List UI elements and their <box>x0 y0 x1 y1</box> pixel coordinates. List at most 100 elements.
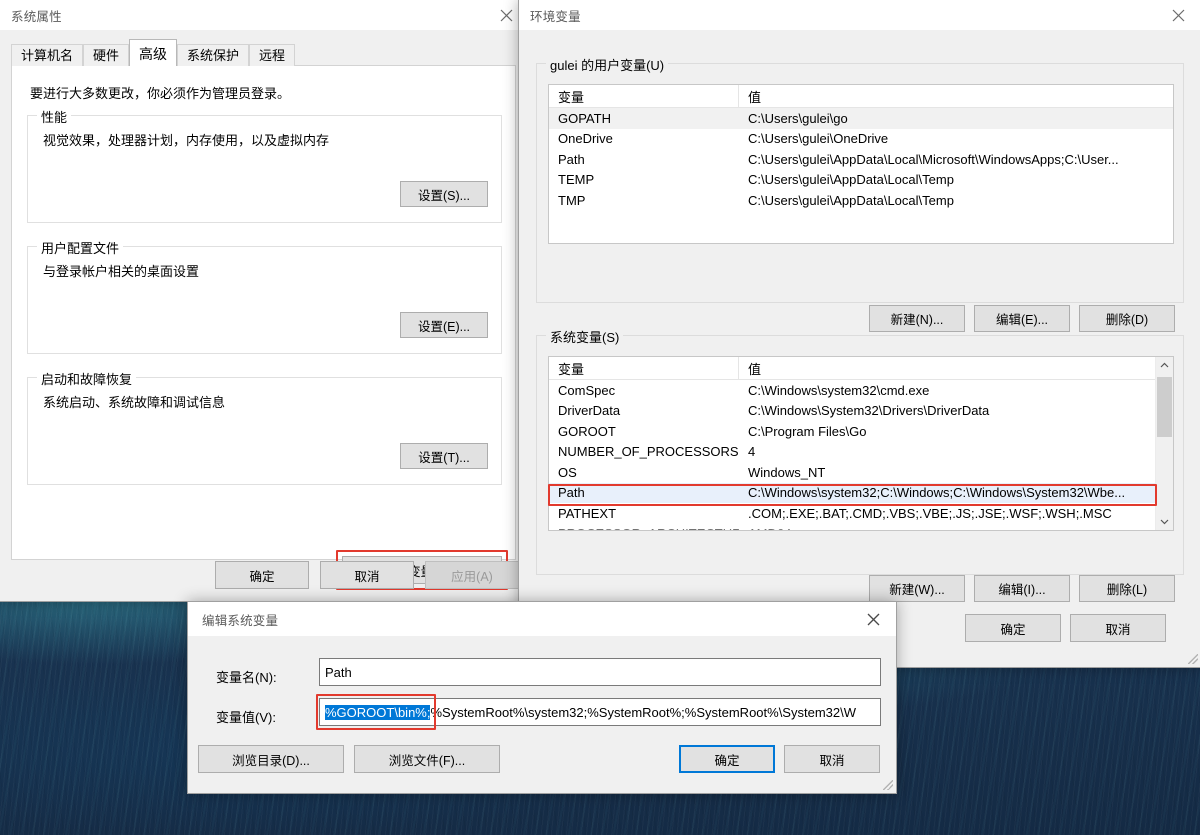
edit-system-variable-ok-button[interactable]: 确定 <box>679 745 775 773</box>
system-variables-new-button[interactable]: 新建(W)... <box>869 575 965 602</box>
table-row[interactable]: OneDrive C:\Users\gulei\OneDrive <box>549 129 1173 150</box>
system-var-name: ComSpec <box>558 382 616 398</box>
table-row[interactable]: Path C:\Users\gulei\AppData\Local\Micros… <box>549 149 1173 170</box>
performance-group-text: 视觉效果，处理器计划，内存使用，以及虚拟内存 <box>43 133 330 148</box>
user-variables-column-name[interactable]: 变量 <box>549 85 739 107</box>
edit-system-variable-title: 编辑系统变量 <box>202 613 279 628</box>
system-var-name: GOROOT <box>558 423 616 439</box>
user-var-value: C:\Users\gulei\AppData\Local\Microsoft\W… <box>748 151 1119 167</box>
tab-system-protection[interactable]: 系统保护 <box>177 44 250 66</box>
table-row[interactable]: NUMBER_OF_PROCESSORS 4 <box>549 442 1156 463</box>
edit-system-variable-body: 变量名(N): Path 变量值(V): %GOROOT\bin%; %Syste… <box>188 636 896 793</box>
startup-recovery-group: 启动和故障恢复 系统启动、系统故障和调试信息 设置(T)... <box>27 369 502 485</box>
user-var-value: C:\Users\gulei\OneDrive <box>748 131 889 147</box>
table-row[interactable]: DriverData C:\Windows\System32\Drivers\D… <box>549 401 1156 422</box>
startup-recovery-settings-button[interactable]: 设置(T)... <box>400 443 488 469</box>
system-variables-column-name[interactable]: 变量 <box>549 357 739 379</box>
resize-grip[interactable] <box>883 780 893 790</box>
environment-variables-close-button[interactable] <box>1156 0 1200 30</box>
user-profiles-group: 用户配置文件 与登录帐户相关的桌面设置 设置(E)... <box>27 238 502 354</box>
system-variables-header-row: 变量 值 <box>549 357 1156 380</box>
edit-system-variable-titlebar: 编辑系统变量 <box>188 602 896 636</box>
chevron-down-icon[interactable] <box>1156 513 1173 530</box>
system-variables-group: 系统变量(S) 变量 值 ComSpec C:\Windows\system32… <box>536 327 1184 602</box>
system-variables-delete-button[interactable]: 删除(L) <box>1079 575 1175 602</box>
system-properties-apply-button: 应用(A) <box>425 561 519 589</box>
close-icon <box>1172 9 1185 21</box>
user-var-value: C:\Users\gulei\AppData\Local\Temp <box>748 172 954 188</box>
variable-value-label: 变量值(V): <box>216 710 276 725</box>
user-var-value: C:\Users\gulei\go <box>748 110 848 126</box>
tab-computer-name[interactable]: 计算机名 <box>11 44 84 66</box>
tab-remote[interactable]: 远程 <box>249 44 296 66</box>
system-variables-listview[interactable]: 变量 值 ComSpec C:\Windows\system32\cmd.exe… <box>548 356 1174 531</box>
variable-value-rest-text: %SystemRoot%\system32;%SystemRoot%;%Syst… <box>430 704 856 720</box>
table-row[interactable]: GOROOT C:\Program Files\Go <box>549 421 1156 442</box>
system-var-value: AMD64 <box>739 524 1156 530</box>
browse-file-button[interactable]: 浏览文件(F)... <box>354 745 500 773</box>
admin-hint-text: 要进行大多数更改，你必须作为管理员登录。 <box>30 86 291 101</box>
system-var-value: Windows_NT <box>748 464 826 480</box>
startup-recovery-group-text: 系统启动、系统故障和调试信息 <box>43 395 226 410</box>
performance-group: 性能 视觉效果，处理器计划，内存使用，以及虚拟内存 设置(S)... <box>27 107 502 223</box>
browse-directory-button[interactable]: 浏览目录(D)... <box>198 745 344 773</box>
system-variables-scrollbar[interactable] <box>1155 357 1173 530</box>
system-variables-column-value[interactable]: 值 <box>739 357 1156 379</box>
user-var-value: C:\Users\gulei\AppData\Local\Temp <box>748 192 954 208</box>
advanced-tab-panel: 要进行大多数更改，你必须作为管理员登录。 性能 视觉效果，处理器计划，内存使用，… <box>11 65 516 590</box>
edit-system-variable-cancel-button[interactable]: 取消 <box>784 745 880 773</box>
system-properties-ok-button[interactable]: 确定 <box>215 561 309 589</box>
table-row[interactable]: TEMP C:\Users\gulei\AppData\Local\Temp <box>549 170 1173 191</box>
system-properties-titlebar: 系统属性 <box>0 0 529 30</box>
scrollbar-thumb[interactable] <box>1157 377 1172 437</box>
system-properties-cancel-button[interactable]: 取消 <box>320 561 414 589</box>
system-var-value: C:\Windows\system32\cmd.exe <box>748 382 930 398</box>
table-row[interactable]: OS Windows_NT <box>549 462 1156 483</box>
variable-value-input[interactable]: %GOROOT\bin%; %SystemRoot%\system32;%Syst… <box>319 698 881 726</box>
system-variables-group-label: 系统变量(S) <box>546 327 624 346</box>
table-row[interactable]: TMP C:\Users\gulei\AppData\Local\Temp <box>549 190 1173 211</box>
close-icon <box>500 9 513 21</box>
table-row[interactable]: PATHEXT .COM;.EXE;.BAT;.CMD;.VBS;.VBE;.J… <box>549 503 1156 524</box>
user-variables-listview[interactable]: 变量 值 GOPATH C:\Users\gulei\go OneDrive C… <box>548 84 1174 244</box>
variable-value-selected-text: %GOROOT\bin%; <box>325 704 431 720</box>
performance-settings-button[interactable]: 设置(S)... <box>400 181 488 207</box>
system-var-name: PROCESSOR_ARCHITECTURE <box>549 524 739 530</box>
variable-name-value: Path <box>325 664 352 680</box>
user-profiles-group-label: 用户配置文件 <box>37 238 124 257</box>
edit-system-variable-window: 编辑系统变量 变量名(N): Path 变量值(V): %GOROOT\bin%… <box>187 601 897 794</box>
tab-advanced[interactable]: 高级 <box>129 39 178 66</box>
variable-name-input[interactable]: Path <box>319 658 881 686</box>
user-profiles-group-text: 与登录帐户相关的桌面设置 <box>43 264 200 279</box>
user-var-name: TEMP <box>558 172 595 188</box>
environment-variables-title: 环境变量 <box>530 9 581 24</box>
user-profiles-settings-button[interactable]: 设置(E)... <box>400 312 488 338</box>
user-variables-header-row: 变量 值 <box>549 85 1173 108</box>
edit-system-variable-close-button[interactable] <box>851 602 896 636</box>
system-variables-edit-button[interactable]: 编辑(I)... <box>974 575 1070 602</box>
system-var-value: .COM;.EXE;.BAT;.CMD;.VBS;.VBE;.JS;.JSE;.… <box>748 505 1112 521</box>
table-row[interactable]: GOPATH C:\Users\gulei\go <box>549 108 1173 129</box>
system-properties-body: 计算机名 硬件 高级 系统保护 远程 要进行大多数更改，你必须作为管理员登录。 … <box>0 30 529 601</box>
user-variables-column-value[interactable]: 值 <box>739 85 1173 107</box>
system-var-name: DriverData <box>558 403 621 419</box>
environment-variables-cancel-button[interactable]: 取消 <box>1070 614 1166 642</box>
user-var-name: GOPATH <box>558 110 611 126</box>
table-row[interactable]: PROCESSOR_ARCHITECTURE AMD64 <box>549 524 1156 530</box>
user-variables-new-button[interactable]: 新建(N)... <box>869 305 965 332</box>
performance-group-label: 性能 <box>37 107 72 126</box>
resize-grip[interactable] <box>1188 654 1198 664</box>
system-var-value: 4 <box>748 444 756 460</box>
variable-name-label: 变量名(N): <box>216 670 277 685</box>
chevron-up-icon[interactable] <box>1156 357 1173 374</box>
system-var-value: C:\Program Files\Go <box>748 423 867 439</box>
tab-hardware[interactable]: 硬件 <box>83 44 130 66</box>
close-icon <box>867 613 880 625</box>
startup-recovery-group-label: 启动和故障恢复 <box>37 369 137 388</box>
environment-variables-titlebar: 环境变量 <box>519 0 1200 30</box>
table-row[interactable]: ComSpec C:\Windows\system32\cmd.exe <box>549 380 1156 401</box>
table-row-selected[interactable]: Path C:\Windows\system32;C:\Windows;C:\W… <box>549 482 1156 503</box>
environment-variables-ok-button[interactable]: 确定 <box>965 614 1061 642</box>
user-variables-edit-button[interactable]: 编辑(E)... <box>974 305 1070 332</box>
user-variables-delete-button[interactable]: 删除(D) <box>1079 305 1175 332</box>
